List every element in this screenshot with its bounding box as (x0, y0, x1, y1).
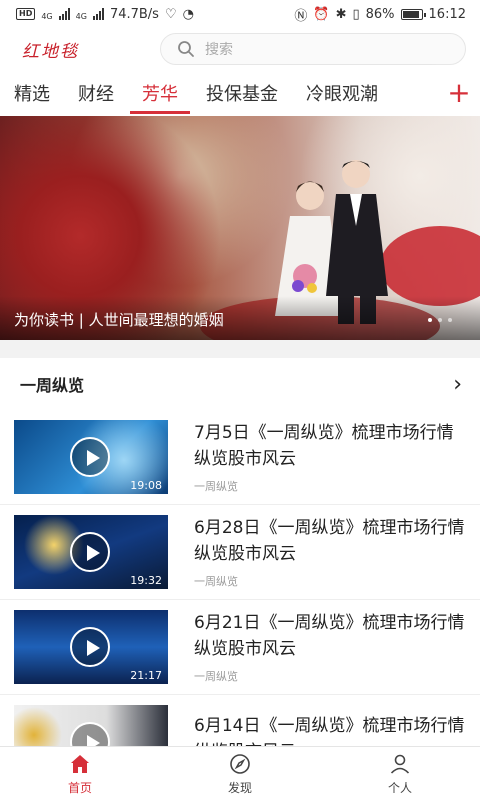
network-speed: 74.7B/s (109, 6, 159, 22)
search-icon (178, 41, 194, 57)
bottom-nav: 首页 发现 个人 (0, 746, 480, 800)
heart-icon: ♡ (164, 6, 177, 22)
home-icon (71, 754, 89, 773)
video-thumbnail[interactable] (14, 705, 168, 746)
channel-tabs: 精选 财经 芳华 投保基金 冷眼观潮 + (0, 70, 480, 116)
carousel-dot-2 (438, 318, 442, 322)
banner-carousel[interactable]: 为你读书 | 人世间最理想的婚姻 (0, 116, 480, 340)
item-title: 6月21日《一周纵览》梳理市场行情 纵览股市风云 (194, 613, 465, 659)
item-info: 6月14日《一周纵览》梳理市场行情 纵览股市风云 (194, 713, 466, 746)
play-icon (70, 532, 110, 572)
add-channel-button[interactable]: + (438, 70, 480, 116)
item-title: 6月14日《一周纵览》梳理市场行情 纵览股市风云 (194, 716, 465, 746)
nav-discover-label: 发现 (227, 780, 252, 795)
plus-icon: + (447, 76, 471, 109)
nav-home-label: 首页 (67, 780, 92, 795)
list-item[interactable]: 19:08 7月5日《一周纵览》梳理市场行情 纵览股市风云 一周纵览 (0, 410, 480, 505)
banner-caption: 为你读书 | 人世间最理想的婚姻 (14, 311, 224, 329)
bluetooth-icon: ✱ (335, 6, 347, 22)
hd-badge: HD (16, 8, 36, 20)
carousel-dot-1 (428, 318, 432, 322)
item-source: 一周纵览 (194, 670, 238, 683)
play-icon (70, 627, 110, 667)
signal-icon (58, 8, 70, 20)
video-duration: 19:32 (130, 574, 162, 587)
tab-jingxuan[interactable]: 精选 (14, 70, 50, 116)
user-icon (390, 754, 410, 774)
nav-profile-label: 个人 (387, 780, 412, 795)
tab-toubao-jijin[interactable]: 投保基金 (206, 70, 278, 116)
section-header[interactable]: 一周纵览 › (0, 358, 480, 410)
list-item[interactable]: 21:17 6月21日《一周纵览》梳理市场行情 纵览股市风云 一周纵览 (0, 600, 480, 695)
status-bar: HD 4G 4G 74.7B/s ♡ ◔ Ⓝ ⏰ ✱ ▯ 86% 16:12 (0, 0, 480, 28)
video-thumbnail[interactable]: 19:08 (14, 420, 168, 494)
play-icon (70, 722, 110, 746)
item-source: 一周纵览 (194, 575, 238, 588)
nav-home[interactable]: 首页 (0, 747, 160, 800)
search-placeholder: 搜索 (205, 42, 233, 58)
weekly-review-section: 一周纵览 › 19:08 7月5日《一周纵览》梳理市场行情 纵览股市风云 一周纵… (0, 358, 480, 746)
status-right: Ⓝ ⏰ ✱ ▯ 86% 16:12 (294, 5, 466, 24)
video-duration: 21:17 (130, 669, 162, 682)
signal-icon-2 (92, 8, 104, 20)
item-source: 一周纵览 (194, 480, 238, 493)
app-header: 红地毯 搜索 (0, 28, 480, 70)
video-thumbnail[interactable]: 21:17 (14, 610, 168, 684)
carousel-dot-3 (448, 318, 452, 322)
chevron-right-icon[interactable]: › (453, 372, 462, 397)
section-title: 一周纵览 (20, 376, 85, 395)
app-logo[interactable]: 红地毯 (22, 37, 142, 62)
video-thumbnail[interactable]: 19:32 (14, 515, 168, 589)
item-info: 6月28日《一周纵览》梳理市场行情 纵览股市风云 一周纵览 (194, 515, 466, 589)
search-input[interactable]: 搜索 (160, 33, 466, 65)
network-4g-label-1: 4G (41, 11, 53, 21)
battery-percent: 86% (365, 6, 395, 22)
list-item[interactable]: 6月14日《一周纵览》梳理市场行情 纵览股市风云 (0, 695, 480, 746)
play-icon (70, 437, 110, 477)
nfc-icon: Ⓝ (294, 8, 308, 24)
tab-lengyan-guanchao[interactable]: 冷眼观潮 (306, 70, 378, 116)
network-4g-label-2: 4G (75, 11, 87, 21)
vibrate-icon: ▯ (352, 6, 360, 22)
nav-profile[interactable]: 个人 (320, 747, 480, 800)
alarm-icon: ⏰ (313, 6, 330, 22)
item-title: 7月5日《一周纵览》梳理市场行情 纵览股市风云 (194, 423, 454, 469)
carousel-indicator (428, 318, 452, 322)
item-info: 7月5日《一周纵览》梳理市场行情 纵览股市风云 一周纵览 (194, 420, 466, 494)
nav-discover[interactable]: 发现 (160, 747, 320, 800)
tab-fanghua[interactable]: 芳华 (130, 70, 190, 116)
tab-caijing[interactable]: 财经 (78, 70, 114, 116)
list-item[interactable]: 19:32 6月28日《一周纵览》梳理市场行情 纵览股市风云 一周纵览 (0, 505, 480, 600)
wechat-icon: ◔ (182, 6, 194, 22)
item-title: 6月28日《一周纵览》梳理市场行情 纵览股市风云 (194, 518, 465, 564)
compass-icon (230, 753, 250, 774)
video-duration: 19:08 (130, 479, 162, 492)
battery-icon (400, 8, 426, 20)
clock: 16:12 (428, 6, 466, 22)
status-left: HD 4G 4G 74.7B/s ♡ ◔ (16, 7, 194, 22)
item-info: 6月21日《一周纵览》梳理市场行情 纵览股市风云 一周纵览 (194, 610, 466, 684)
